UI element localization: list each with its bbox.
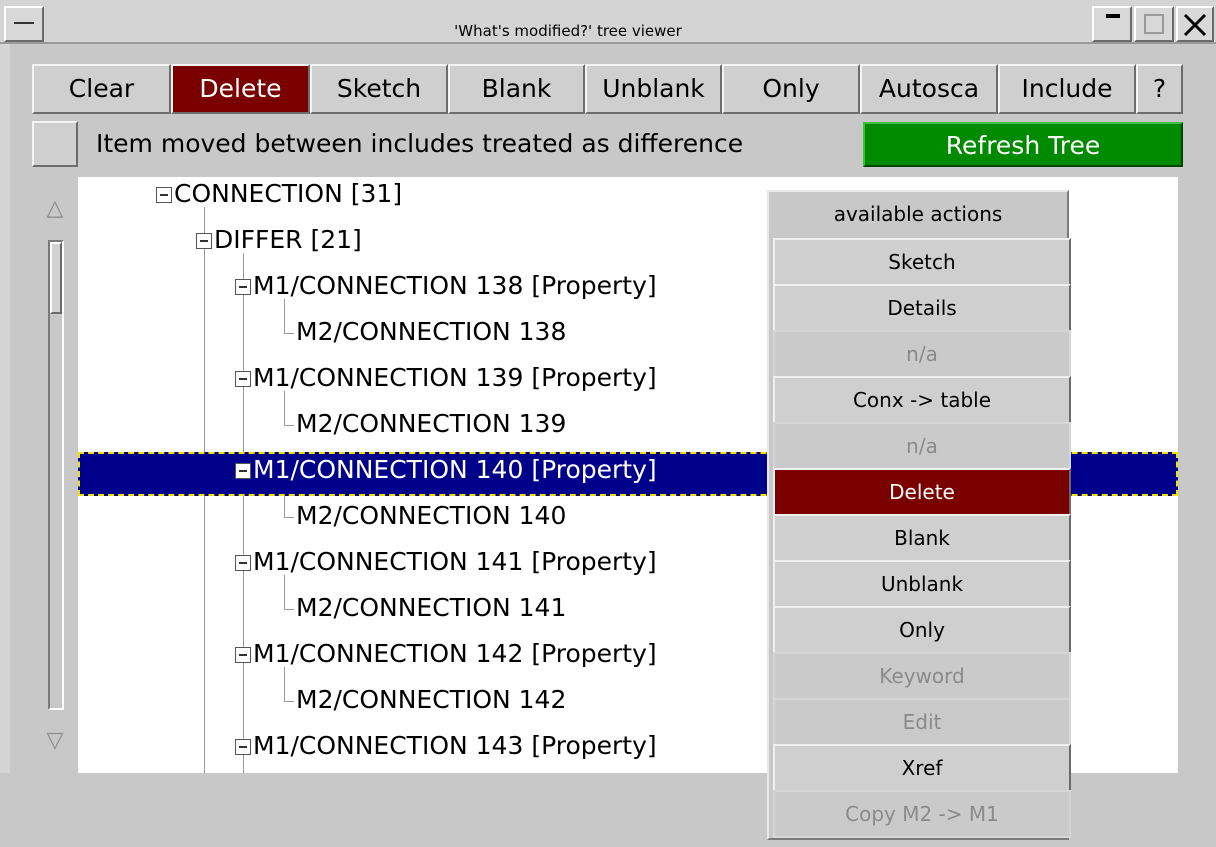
close-button[interactable]: [1176, 6, 1214, 42]
collapse-icon[interactable]: [235, 647, 251, 663]
maximize-icon: [1144, 14, 1164, 34]
tree-node-label: M1/CONNECTION 143 [Property]: [253, 731, 657, 760]
menu-item-edit: Edit: [773, 698, 1071, 746]
tree-leaf[interactable]: M2/CONNECTION 140: [296, 493, 566, 539]
maximize-button[interactable]: [1134, 6, 1174, 42]
refresh-tree-button[interactable]: Refresh Tree: [863, 122, 1183, 167]
clear-button[interactable]: Clear: [32, 64, 171, 114]
minimize-icon: [1106, 14, 1120, 18]
tree-node-label: M1/CONNECTION 141 [Property]: [253, 547, 657, 576]
collapse-icon[interactable]: [235, 371, 251, 387]
window-left-border: [0, 44, 10, 847]
tree-node-label: M2/CONNECTION 139: [296, 409, 567, 438]
collapse-icon[interactable]: [235, 555, 251, 571]
tree-leaf[interactable]: M2/CONNECTION 142: [296, 677, 566, 723]
tree-connector: [284, 609, 294, 610]
tree-connector: [284, 425, 294, 426]
tree-leaf[interactable]: M2/CONNECTION 139: [296, 401, 566, 447]
scrollbar-thumb[interactable]: [50, 242, 62, 314]
menu-item-only[interactable]: Only: [773, 606, 1071, 654]
title-bar: 'What's modified?' tree viewer: [0, 0, 1216, 44]
tree-node-label: M2/CONNECTION 138: [296, 317, 567, 346]
blank-button[interactable]: Blank: [448, 64, 585, 114]
menu-item-xref[interactable]: Xref: [773, 744, 1071, 792]
tree-node-label: M1/CONNECTION 140 [Property]: [253, 455, 657, 484]
available-actions-menu: available actions Sketch Details n/a Con…: [767, 190, 1071, 840]
menu-item-delete[interactable]: Delete: [773, 468, 1071, 516]
sketch-button[interactable]: Sketch: [310, 64, 448, 114]
scroll-up-icon[interactable]: △: [32, 196, 78, 221]
menu-item-na-1: n/a: [773, 330, 1071, 378]
tree-leaf[interactable]: M2/CONNECTION 138: [296, 309, 566, 355]
menu-item-copy-m2-m1: Copy M2 -> M1: [773, 790, 1071, 838]
delete-button[interactable]: Delete: [171, 64, 310, 114]
menu-title: available actions: [833, 202, 1003, 226]
autoscale-button[interactable]: Autosca: [860, 64, 998, 114]
collapse-icon[interactable]: [235, 279, 251, 295]
include-move-label: Item moved between includes treated as d…: [96, 129, 744, 158]
include-move-checkbox[interactable]: [32, 121, 78, 167]
menu-item-conx-table[interactable]: Conx -> table: [773, 376, 1071, 424]
menu-item-keyword: Keyword: [773, 652, 1071, 700]
minimize-button[interactable]: [1092, 6, 1132, 42]
close-icon: [1183, 13, 1207, 37]
collapse-icon[interactable]: [235, 739, 251, 755]
window-menu-button[interactable]: [4, 6, 44, 42]
tree-node-label: CONNECTION [31]: [174, 179, 403, 208]
tree-node-label: M1/CONNECTION 139 [Property]: [253, 363, 657, 392]
menu-item-unblank[interactable]: Unblank: [773, 560, 1071, 608]
tree-connector: [284, 701, 294, 702]
help-button[interactable]: ?: [1136, 64, 1183, 114]
menu-item-details[interactable]: Details: [773, 284, 1071, 332]
menu-item-sketch[interactable]: Sketch: [773, 238, 1071, 286]
tree-leaf[interactable]: M2/CONNECTION 141: [296, 585, 566, 631]
tree-node-label: M1/CONNECTION 138 [Property]: [253, 271, 657, 300]
include-button[interactable]: Include: [998, 64, 1136, 114]
only-button[interactable]: Only: [722, 64, 860, 114]
scroll-down-icon[interactable]: ▽: [32, 728, 78, 753]
tree-node-label: M2/CONNECTION 140: [296, 501, 567, 530]
window-menu-icon: [14, 22, 34, 24]
collapse-icon[interactable]: [196, 233, 212, 249]
tree-connector: [284, 333, 294, 334]
tree-connector: [243, 253, 244, 773]
menu-item-na-2: n/a: [773, 422, 1071, 470]
tree-connector: [284, 517, 294, 518]
collapse-icon[interactable]: [156, 187, 172, 203]
tree-node-label: M1/CONNECTION 142 [Property]: [253, 639, 657, 668]
tree-node-label: M2/CONNECTION 142: [296, 685, 567, 714]
unblank-button[interactable]: Unblank: [585, 64, 722, 114]
collapse-icon[interactable]: [235, 463, 251, 479]
window-title: 'What's modified?' tree viewer: [454, 22, 682, 40]
tree-node-label: DIFFER [21]: [214, 225, 362, 254]
menu-item-blank[interactable]: Blank: [773, 514, 1071, 562]
tree-node-label: M2/CONNECTION 141: [296, 593, 567, 622]
